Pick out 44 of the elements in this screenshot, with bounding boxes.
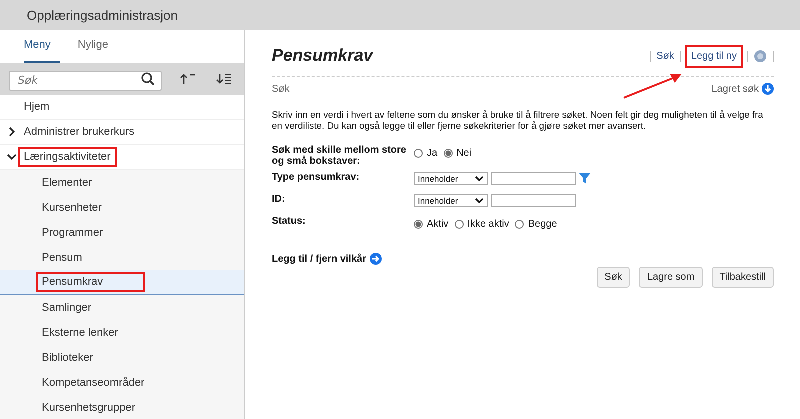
operator-dropdown[interactable]: Inneholder [414,194,488,207]
caret-icon [475,176,484,182]
sort-descending-icon[interactable] [216,73,232,85]
app-title: Opplæringsadministrasjon [27,8,178,22]
help-icon[interactable] [754,50,767,62]
page-title: Pensumkrav [272,46,374,66]
field-label: ID: [272,194,286,205]
instructions-text: Skriv inn en verdi i hvert av feltene som du ønsker å bruke til å filtrere søket. Noen felt gir deg muligheten til å velge fra en verdiliste. Du kan også legge til eller fjerne søkekriterier for å gjøre søket mer avansert. [272,109,764,131]
radio-option[interactable]: Aktiv [414,219,449,230]
menu-item[interactable]: Læringsaktiviteter [0,145,244,170]
down-arrow-icon[interactable] [762,83,774,95]
field-label: Type pensumkrav: [272,172,361,183]
toolbar-link[interactable]: Søk [656,50,674,62]
conditions-link[interactable]: Legg til / fjern vilkår [272,254,366,264]
radio-option[interactable]: Ja [414,148,438,159]
section-label: Søk [272,84,290,94]
field-label: Status: [272,216,307,227]
caret-icon [475,198,484,204]
toolbar-link[interactable]: Legg til ny [687,46,741,66]
menu-item[interactable]: Administrer brukerkurs [0,120,244,145]
sidebar-tab[interactable]: Nylige [78,39,118,63]
form-button[interactable]: Lagre som [639,267,703,288]
filter-icon[interactable] [579,173,591,184]
radio-option[interactable]: Nei [444,148,472,159]
radio-option[interactable]: Ikke aktiv [454,219,510,230]
saved-search-link[interactable]: Lagret søk [712,84,759,94]
right-arrow-icon[interactable] [370,253,382,265]
operator-dropdown[interactable]: Inneholder [414,172,488,185]
form-button[interactable]: Tilbakestill [712,267,774,288]
form-button[interactable]: Søk [596,267,630,288]
input-field[interactable] [491,194,576,207]
submenu-item[interactable]: Pensumkrav [0,270,244,295]
menu-item[interactable]: Hjem [0,95,244,120]
radio-option[interactable]: Begge [515,219,558,230]
radio-button[interactable] [444,149,453,158]
sort-ascending-icon[interactable] [180,73,196,85]
radio-button[interactable] [414,149,423,158]
search-field[interactable]: Søk [9,70,162,90]
radio-button[interactable] [454,220,464,229]
radio-button[interactable] [414,220,423,229]
field-label: Søk med skille mellom store og små bokstaver: [272,145,408,167]
search-icon [141,72,155,86]
radio-button[interactable] [515,220,524,229]
input-field[interactable] [491,172,576,185]
